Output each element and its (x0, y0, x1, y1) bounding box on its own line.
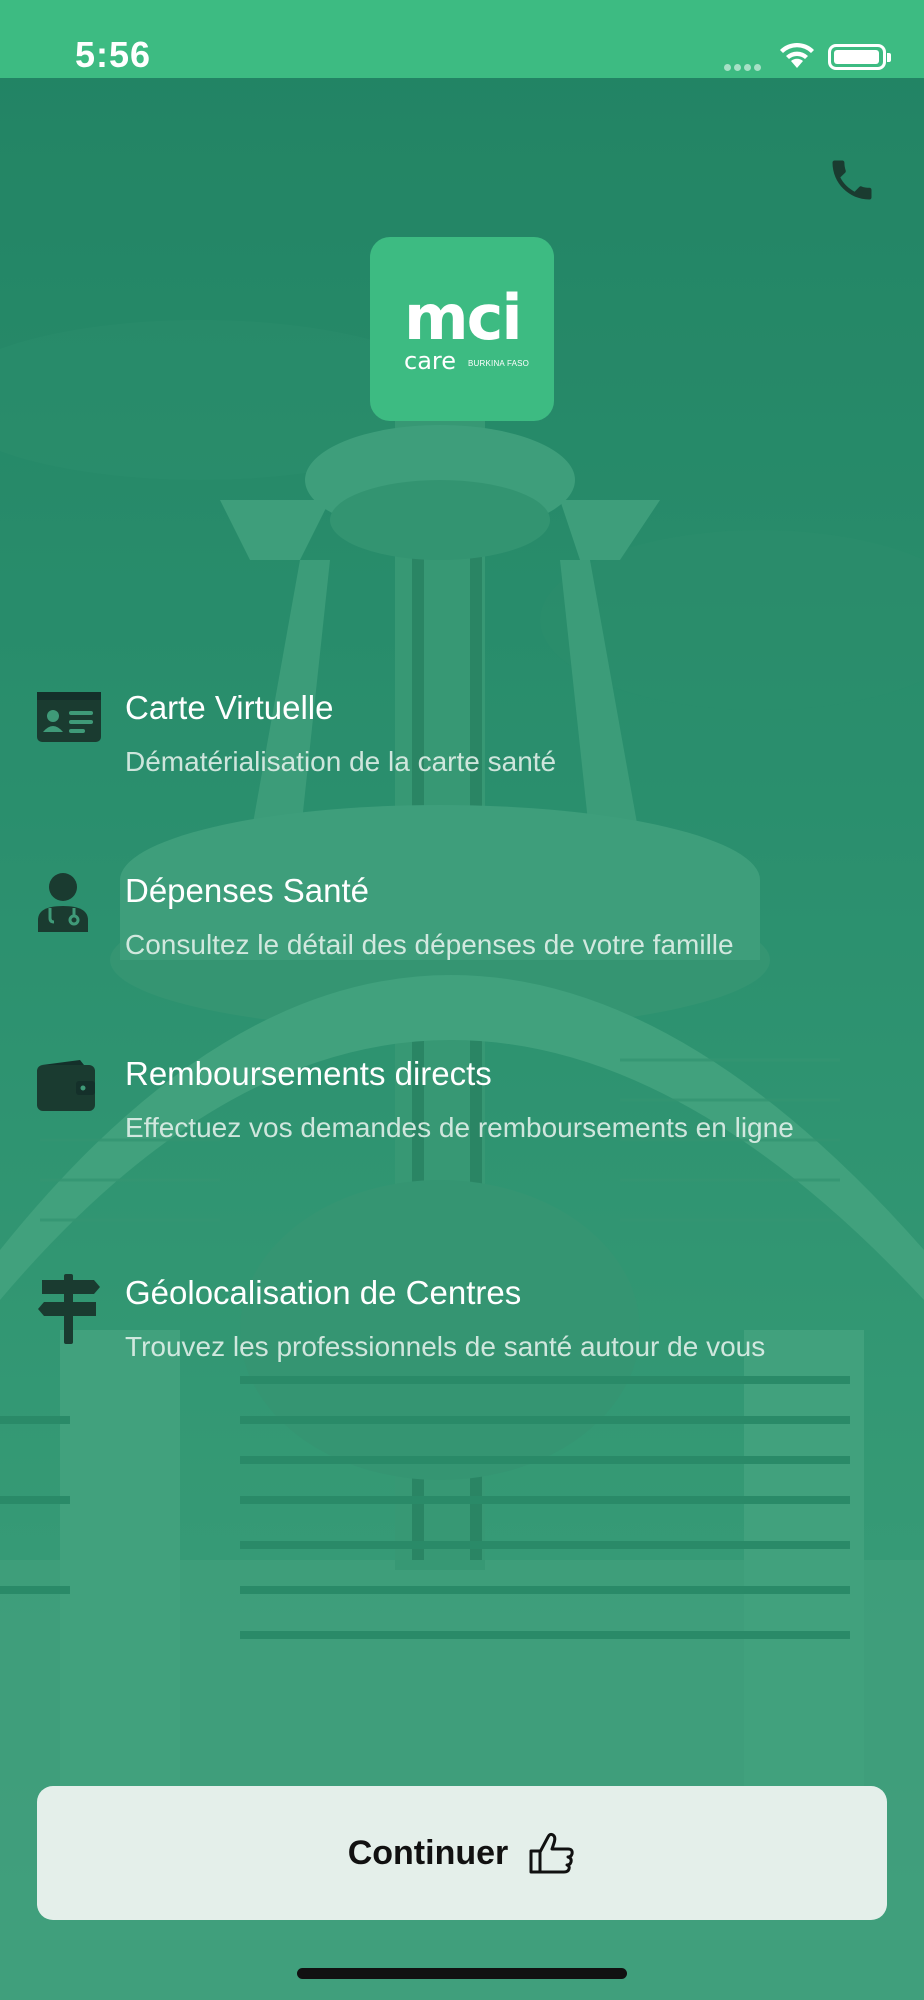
status-bar: 5:56 (0, 0, 924, 78)
call-button[interactable] (826, 154, 884, 212)
wallet-icon (37, 1060, 95, 1111)
app-logo: mci care BURKINA FASO (370, 237, 554, 421)
thumbs-up-icon (529, 1832, 574, 1874)
logo-country-text: BURKINA FASO (468, 359, 530, 368)
status-time: 5:56 (75, 34, 152, 75)
battery-icon (828, 44, 891, 70)
logo-primary-text: mci (404, 281, 523, 354)
feature-title: Remboursements directs (125, 1055, 492, 1092)
signpost-icon (38, 1274, 100, 1344)
doctor-icon (38, 873, 88, 932)
continue-button[interactable]: Continuer (37, 1786, 887, 1920)
phone-icon (832, 160, 872, 200)
feature-description: Trouvez les professionnels de santé auto… (125, 1331, 766, 1362)
id-card-icon (37, 692, 101, 742)
feature-title: Dépenses Santé (125, 872, 370, 909)
wifi-icon (780, 42, 814, 68)
feature-description: Consultez le détail des dépenses de votr… (125, 929, 734, 960)
feature-description: Dématérialisation de la carte santé (125, 746, 557, 777)
feature-title: Carte Virtuelle (125, 689, 334, 726)
logo-secondary-text: care (404, 347, 457, 375)
feature-title: Géolocalisation de Centres (125, 1274, 522, 1311)
feature-description: Effectuez vos demandes de remboursements… (125, 1112, 794, 1143)
continue-label: Continuer (347, 1833, 509, 1872)
home-indicator[interactable] (297, 1968, 627, 1979)
signal-icon (724, 58, 764, 76)
